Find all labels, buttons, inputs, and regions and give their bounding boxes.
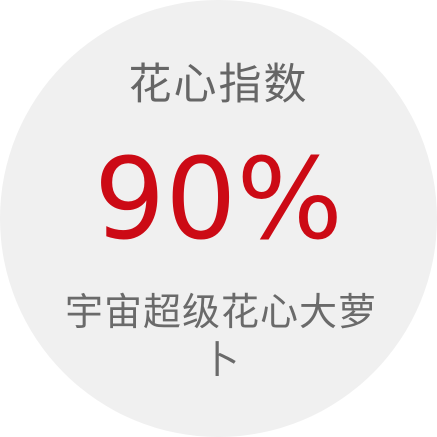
result-card: 花心指数 90% 宇宙超级花心大萝卜 (0, 0, 437, 437)
card-title: 花心指数 (128, 60, 309, 110)
percentage-value: 90% (94, 135, 343, 265)
card-subtitle: 宇宙超级花心大萝卜 (64, 290, 377, 382)
